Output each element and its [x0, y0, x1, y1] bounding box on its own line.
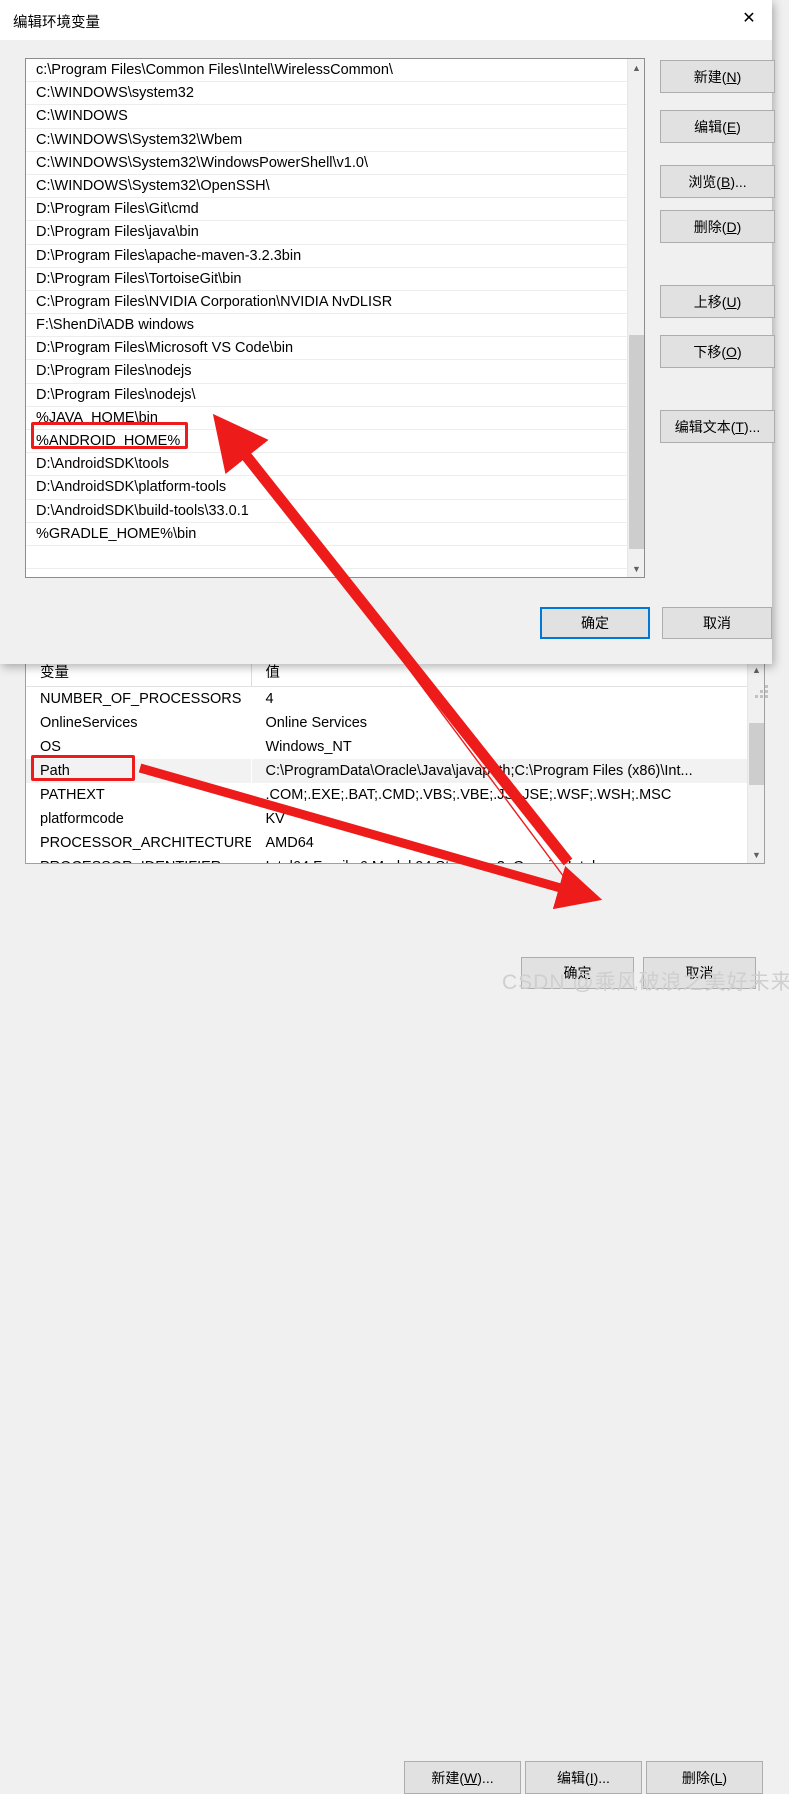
path-entry-row[interactable]: C:\Program Files\NVIDIA Corporation\NVID…	[26, 291, 627, 315]
path-entry-row[interactable]: C:\WINDOWS\System32\OpenSSH\	[26, 175, 627, 199]
edit-variable-button[interactable]: 编辑(I)...	[525, 1761, 642, 1794]
scroll-down-icon[interactable]: ▼	[628, 560, 644, 577]
dialog-titlebar: 编辑环境变量 ✕	[0, 0, 772, 40]
path-entry-row[interactable]: F:\ShenDi\ADB windows	[26, 314, 627, 338]
path-entry-row[interactable]: D:\Program Files\Microsoft VS Code\bin	[26, 337, 627, 361]
path-entry-row[interactable]: D:\Program Files\java\bin	[26, 221, 627, 245]
resize-grip-icon[interactable]	[755, 685, 769, 699]
path-entry-row[interactable]: D:\AndroidSDK\tools	[26, 453, 627, 477]
cell-variable-value: KV	[265, 810, 285, 827]
cell-variable-name: OnlineServices	[40, 714, 138, 731]
cell-variable-value: Windows_NT	[265, 738, 352, 755]
edit-text-button[interactable]: 编辑文本(T)...	[660, 410, 775, 443]
scroll-up-icon[interactable]: ▲	[628, 59, 644, 76]
path-entry-row[interactable]: D:\Program Files\TortoiseGit\bin	[26, 268, 627, 291]
table-row[interactable]: platformcode KV	[26, 807, 764, 831]
path-entry-row[interactable]: %JAVA_HOME\bin	[26, 407, 627, 430]
edit-entry-button[interactable]: 编辑(E)	[660, 110, 775, 143]
path-entry-row[interactable]: %ANDROID_HOME%	[26, 430, 627, 454]
table-row[interactable]: NUMBER_OF_PROCESSORS 4	[26, 686, 764, 711]
table-row[interactable]: PATHEXT .COM;.EXE;.BAT;.CMD;.VBS;.VBE;.JS…	[26, 783, 764, 807]
move-down-button[interactable]: 下移(O)	[660, 335, 775, 368]
path-entry-row[interactable]: C:\WINDOWS\System32\Wbem	[26, 129, 627, 152]
path-entry-row[interactable]: D:\AndroidSDK\build-tools\33.0.1	[26, 500, 627, 523]
new-entry-button[interactable]: 新建(N)	[660, 60, 775, 93]
path-entry-row[interactable]: D:\Program Files\Git\cmd	[26, 198, 627, 222]
path-entry-row[interactable]: C:\WINDOWS\System32\WindowsPowerShell\v1…	[26, 152, 627, 175]
path-entry-row[interactable]: D:\Program Files\nodejs	[26, 360, 627, 384]
dialog-cancel-button[interactable]: 取消	[662, 607, 772, 639]
delete-entry-button[interactable]: 删除(D)	[660, 210, 775, 243]
path-entry-row[interactable]: C:\WINDOWS\system32	[26, 82, 627, 106]
dialog-body: c:\Program Files\Common Files\Intel\Wire…	[0, 40, 775, 698]
system-variables-table-panel: 变量 值 NUMBER_OF_PROCESSORS 4 OnlineServices…	[25, 660, 765, 864]
cell-variable-value: .COM;.EXE;.BAT;.CMD;.VBS;.VBE;.JS;.JSE;.…	[265, 786, 672, 803]
path-entry-row[interactable]: c:\Program Files\Common Files\Intel\Wire…	[26, 59, 627, 83]
cell-variable-name: OS	[40, 738, 61, 755]
table-row[interactable]: OnlineServices Online Services	[26, 711, 764, 735]
system-variables-table: 变量 值 NUMBER_OF_PROCESSORS 4 OnlineServices…	[26, 661, 764, 864]
cell-variable-name: Path	[26, 758, 251, 783]
cell-variable-value: C:\ProgramData\Oracle\Java\javapath;C:\P…	[251, 758, 764, 783]
cell-variable-value: Intel64 Family 6 Model 94 Stepping 3, Ge…	[251, 855, 764, 864]
cell-variable-name: PROCESSOR_IDENTIFIER	[26, 855, 251, 864]
watermark: CSDN @乘风破浪之美好未来	[502, 971, 789, 994]
table-row[interactable]: PROCESSOR_IDENTIFIERIntel64 Family 6 Mod…	[26, 855, 764, 864]
new-variable-button[interactable]: 新建(W)...	[404, 1761, 521, 1794]
system-variables-button-row: 新建(W)... 编辑(I)... 删除(L)	[0, 879, 789, 1794]
scroll-down-icon[interactable]: ▼	[748, 846, 764, 863]
cell-variable-name: PROCESSOR_ARCHITECTURE	[40, 834, 251, 851]
delete-variable-button[interactable]: 删除(L)	[646, 1761, 763, 1794]
cell-variable-value: Online Services	[265, 714, 368, 731]
dialog-ok-button[interactable]: 确定	[540, 607, 650, 639]
close-icon[interactable]: ✕	[726, 0, 772, 38]
table-header-row: 变量 值	[26, 661, 764, 687]
cell-variable-value: 4	[265, 690, 274, 707]
edit-environment-variable-dialog: 编辑环境变量 ✕ c:\Program Files\Common Files\I…	[0, 0, 775, 698]
move-up-button[interactable]: 上移(U)	[660, 285, 775, 318]
table-row[interactable]: OS Windows_NT	[26, 735, 764, 759]
column-header-variable[interactable]: 变量	[26, 661, 251, 687]
column-header-value[interactable]: 值	[250, 661, 764, 687]
path-entry-row[interactable]: %GRADLE_HOME%\bin	[26, 523, 627, 546]
path-list-scrollbar[interactable]: ▲ ▼	[627, 59, 644, 577]
cell-variable-name: NUMBER_OF_PROCESSORS	[40, 690, 242, 707]
path-entry-row[interactable]	[26, 546, 627, 570]
path-entries-listbox[interactable]: c:\Program Files\Common Files\Intel\Wire…	[25, 58, 645, 578]
table-row[interactable]: Path C:\ProgramData\Oracle\Java\javapath;…	[26, 758, 764, 783]
path-entry-row[interactable]: C:\WINDOWS	[26, 105, 627, 129]
dialog-title: 编辑环境变量	[13, 15, 100, 31]
path-entry-row[interactable]: D:\AndroidSDK\platform-tools	[26, 476, 627, 500]
cell-variable-name: platformcode	[40, 810, 124, 827]
path-entry-row[interactable]: D:\Program Files\apache-maven-3.2.3bin	[26, 245, 627, 268]
scrollbar-thumb[interactable]	[749, 723, 764, 785]
cell-variable-name: PATHEXT	[40, 786, 105, 803]
browse-button[interactable]: 浏览(B)...	[660, 165, 775, 198]
cell-variable-value: AMD64	[265, 834, 314, 851]
path-entries-list: c:\Program Files\Common Files\Intel\Wire…	[26, 59, 627, 570]
table-row[interactable]: PROCESSOR_ARCHITECTURE AMD64	[26, 831, 764, 855]
path-entry-row[interactable]: D:\Program Files\nodejs\	[26, 384, 627, 407]
scrollbar-thumb[interactable]	[629, 335, 644, 549]
